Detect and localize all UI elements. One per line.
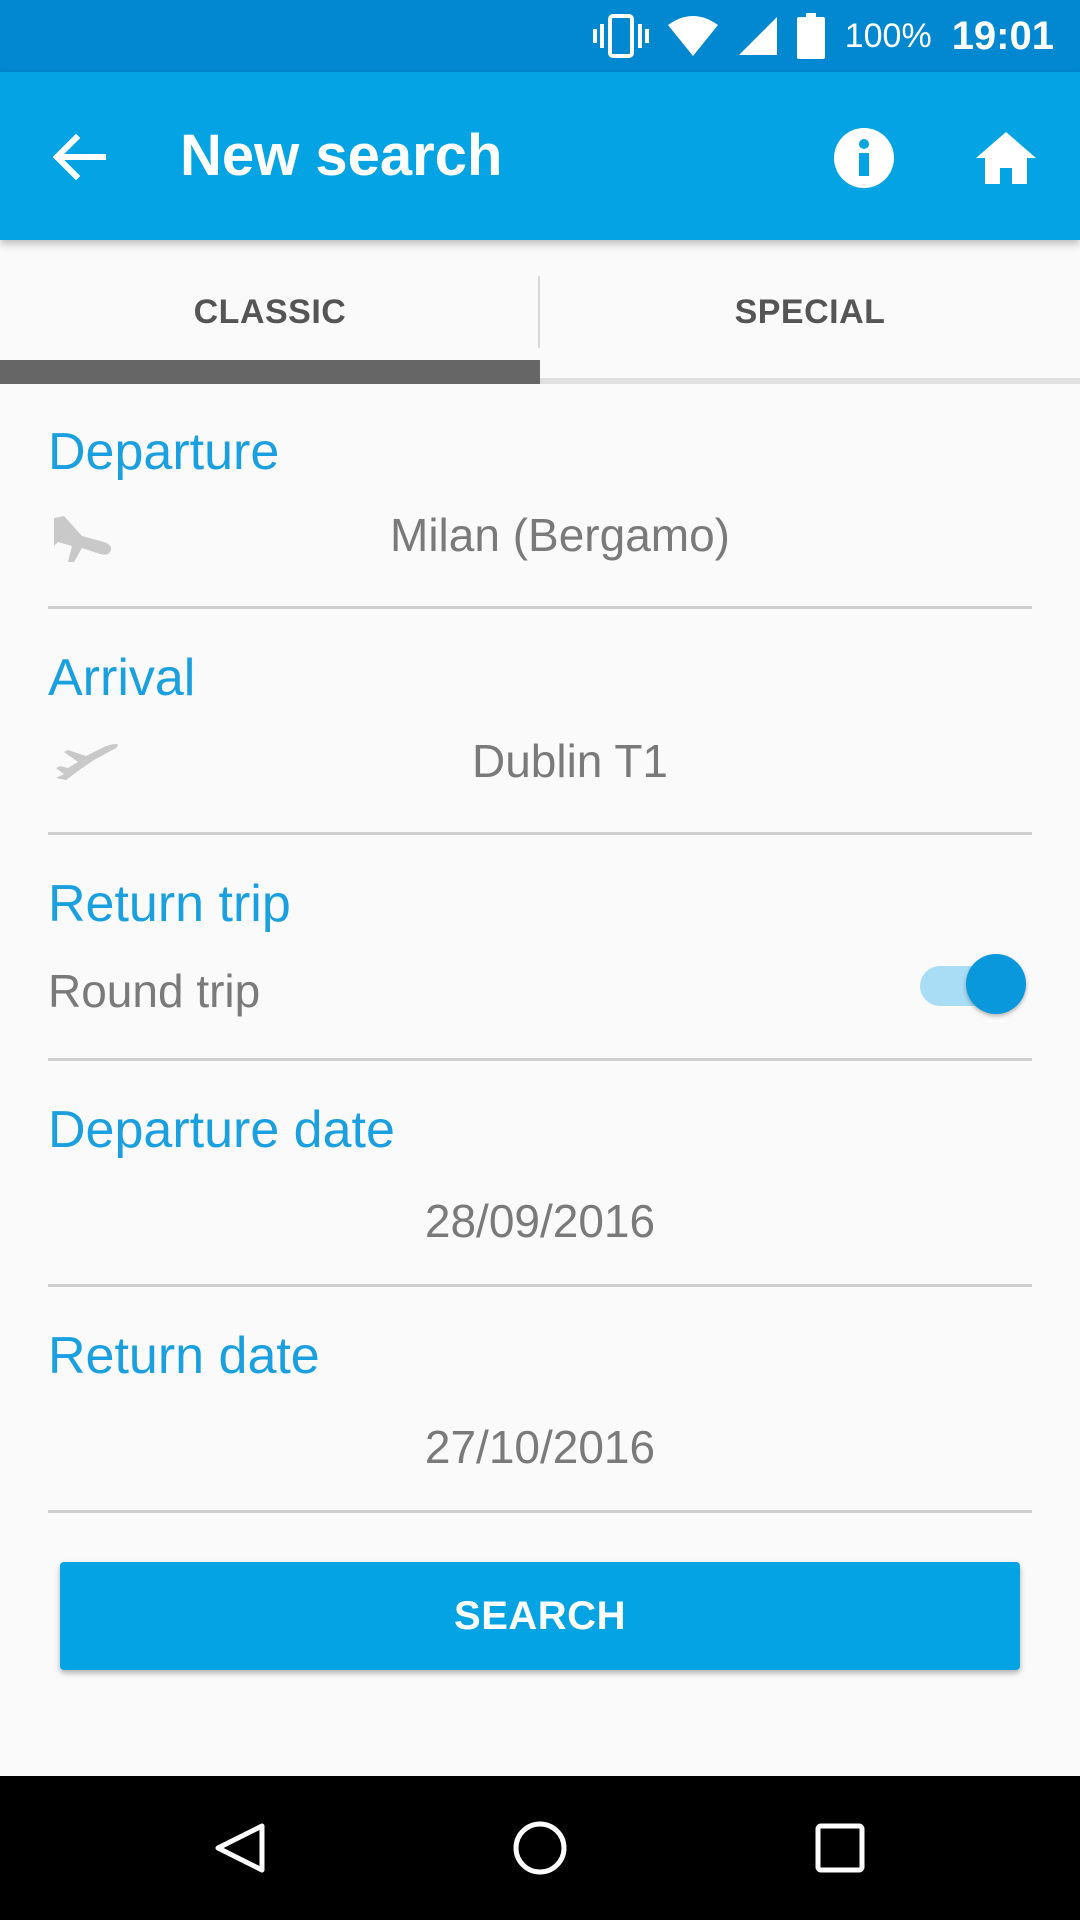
arrival-selector[interactable]: Dublin T1 — [48, 720, 1032, 820]
departure-label: Departure — [48, 423, 280, 481]
round-trip-row: Round trip — [48, 946, 1032, 1046]
back-button[interactable] — [44, 122, 114, 192]
vibrate-icon — [592, 14, 649, 58]
departure-underline — [48, 606, 1032, 609]
system-nav-bar — [0, 1776, 1080, 1920]
nav-recents-icon — [815, 1823, 865, 1873]
nav-home-button[interactable] — [500, 1808, 580, 1888]
page-title: New search — [180, 123, 503, 188]
arrow-back-icon — [52, 134, 106, 180]
nav-back-icon — [215, 1823, 265, 1873]
search-button[interactable]: SEARCH — [60, 1562, 1020, 1670]
nav-home-icon — [513, 1821, 567, 1875]
home-icon — [976, 132, 1036, 184]
departure-date-underline — [48, 1284, 1032, 1287]
app-bar: New search — [0, 72, 1080, 240]
home-button[interactable] — [968, 120, 1044, 196]
nav-back-button[interactable] — [200, 1808, 280, 1888]
tab-baseline — [540, 378, 1080, 384]
departure-date-field: Departure date 28/09/2016 — [48, 1098, 1032, 1287]
tab-selected-indicator — [0, 360, 540, 384]
return-date-picker[interactable]: 27/10/2016 — [48, 1398, 1032, 1498]
return-date-value: 27/10/2016 — [424, 1421, 656, 1473]
departure-date-value: 28/09/2016 — [424, 1195, 656, 1247]
departure-value: Milan (Bergamo) — [390, 509, 730, 561]
round-trip-label: Round trip — [48, 965, 261, 1017]
info-button[interactable] — [826, 120, 902, 196]
return-date-label: Return date — [48, 1327, 320, 1385]
return-trip-label: Return trip — [48, 875, 291, 933]
tab-special[interactable]: SPECIAL — [540, 240, 1080, 384]
arrival-label: Arrival — [48, 649, 196, 707]
status-bar: 100% 19:01 — [0, 0, 1080, 72]
departure-field: Departure Milan (Bergamo) — [48, 420, 1032, 609]
departure-date-label: Departure date — [48, 1101, 395, 1159]
departure-date-picker[interactable]: 28/09/2016 — [48, 1172, 1032, 1272]
return-date-underline — [48, 1510, 1032, 1513]
return-trip-field: Return trip Round trip — [48, 872, 1032, 1061]
nav-recents-button[interactable] — [800, 1808, 880, 1888]
wifi-icon — [667, 15, 719, 57]
departure-selector[interactable]: Milan (Bergamo) — [48, 494, 1032, 594]
battery-icon — [796, 13, 825, 59]
clock: 19:01 — [951, 13, 1054, 58]
arrival-underline — [48, 832, 1032, 835]
screen: 100% 19:01 New search CLASSIC SPECIAL De… — [0, 0, 1080, 1920]
arrival-value: Dublin T1 — [471, 735, 669, 787]
battery-percentage: 100% — [844, 16, 932, 55]
cell-signal-icon — [737, 15, 779, 57]
info-icon — [834, 128, 894, 188]
return-date-field: Return date 27/10/2016 — [48, 1324, 1032, 1513]
toggle-thumb — [966, 954, 1026, 1014]
round-trip-toggle[interactable] — [916, 952, 1026, 1016]
arrival-field: Arrival Dublin T1 — [48, 646, 1032, 835]
return-trip-underline — [48, 1058, 1032, 1061]
